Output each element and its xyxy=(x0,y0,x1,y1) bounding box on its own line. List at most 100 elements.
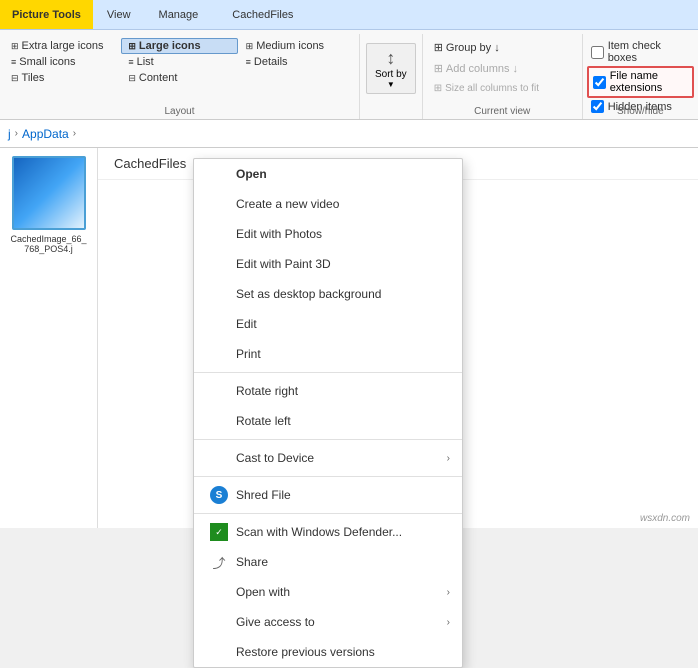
edit-paint3d-icon xyxy=(210,255,228,273)
group-by-btn[interactable]: ⊞ Group by ↓ xyxy=(427,38,578,57)
cast-device-arrow: › xyxy=(447,453,450,464)
ctx-restore-prev[interactable]: Restore previous versions xyxy=(194,637,462,667)
address-bar: j › AppData › xyxy=(0,120,698,148)
ctx-edit[interactable]: Edit xyxy=(194,309,462,339)
ctx-edit-label: Edit xyxy=(236,317,257,331)
open-with-arrow: › xyxy=(447,587,450,598)
ctx-sep-3 xyxy=(194,476,462,477)
ctx-create-video-label: Create a new video xyxy=(236,197,339,211)
file-thumbnail[interactable] xyxy=(12,156,86,230)
layout-row-2: ≡ Small icons ≡ List ≡ Details xyxy=(4,54,355,70)
ctx-open-with[interactable]: Open with › xyxy=(194,577,462,607)
picture-tools-tab[interactable]: Picture Tools xyxy=(0,0,93,29)
ctx-edit-photos[interactable]: Edit with Photos xyxy=(194,219,462,249)
item-checkboxes-label: Item check boxes xyxy=(608,40,690,64)
ctx-share[interactable]: ⤴ Share xyxy=(194,547,462,577)
ctx-scan-defender[interactable]: ✓ Scan with Windows Defender... xyxy=(194,517,462,547)
showhide-section: Item check boxes File name extensions Hi… xyxy=(583,34,698,119)
ctx-set-desktop[interactable]: Set as desktop background xyxy=(194,279,462,309)
ctx-rotate-left-label: Rotate left xyxy=(236,414,291,428)
medium-icons-btn[interactable]: ⊞ Medium icons xyxy=(239,38,355,54)
file-name-extensions-row: File name extensions xyxy=(587,66,694,98)
main-area: CachedImage_66_768_POS4.j CachedFiles Op… xyxy=(0,148,698,528)
create-video-icon xyxy=(210,195,228,213)
ctx-print-label: Print xyxy=(236,347,261,361)
ctx-open[interactable]: Open xyxy=(194,159,462,189)
right-area: CachedFiles Open Create a new video Edit… xyxy=(98,148,698,528)
share-icon: ⤴ xyxy=(210,553,228,571)
ctx-edit-paint3d[interactable]: Edit with Paint 3D xyxy=(194,249,462,279)
scan-defender-icon: ✓ xyxy=(210,523,228,541)
ctx-cast-device-label: Cast to Device xyxy=(236,451,314,465)
layout-row-1: ⊞ Extra large icons ⊞ Large icons ⊞ Medi… xyxy=(4,38,355,54)
address-crumb-j[interactable]: j xyxy=(8,127,11,141)
file-area: CachedImage_66_768_POS4.j xyxy=(0,148,98,528)
file-name-extensions-checkbox[interactable] xyxy=(593,76,606,89)
ctx-sep-2 xyxy=(194,439,462,440)
extra-large-icons-btn[interactable]: ⊞ Extra large icons xyxy=(4,38,120,54)
restore-prev-icon xyxy=(210,643,228,661)
cast-device-icon xyxy=(210,449,228,467)
current-view-section: ⊞ Group by ↓ ⊞ Add columns ↓ ⊞ Size all … xyxy=(423,34,583,119)
ctx-open-with-label: Open with xyxy=(236,585,290,599)
shred-file-icon: S xyxy=(210,486,228,504)
item-checkboxes-row: Item check boxes xyxy=(587,38,694,66)
item-checkboxes-checkbox[interactable] xyxy=(591,46,604,59)
list-btn[interactable]: ≡ List xyxy=(121,54,237,70)
ribbon: ⊞ Extra large icons ⊞ Large icons ⊞ Medi… xyxy=(0,30,698,120)
file-name-extensions-label: File name extensions xyxy=(610,70,688,94)
ctx-give-access[interactable]: Give access to › xyxy=(194,607,462,637)
ctx-give-access-label: Give access to xyxy=(236,615,315,629)
layout-row-3: ⊟ Tiles ⊟ Content xyxy=(4,70,355,86)
ctx-sep-1 xyxy=(194,372,462,373)
address-crumb-appdata[interactable]: AppData xyxy=(22,127,69,141)
layout-label: Layout xyxy=(0,106,359,117)
ctx-create-video[interactable]: Create a new video xyxy=(194,189,462,219)
large-icons-btn[interactable]: ⊞ Large icons xyxy=(121,38,237,54)
thumbnail-image xyxy=(14,158,84,228)
tiles-btn[interactable]: ⊟ Tiles xyxy=(4,70,120,86)
ctx-share-label: Share xyxy=(236,555,268,569)
ctx-shred-file-label: Shred File xyxy=(236,488,291,502)
title-bar: Picture Tools View Manage CachedFiles xyxy=(0,0,698,30)
edit-icon xyxy=(210,315,228,333)
rotate-left-icon xyxy=(210,412,228,430)
content-btn[interactable]: ⊟ Content xyxy=(121,70,237,86)
ctx-sep-4 xyxy=(194,513,462,514)
showhide-label: Show/hide xyxy=(583,106,698,117)
ctx-rotate-right-label: Rotate right xyxy=(236,384,298,398)
sort-by-area: ↕ Sort by ▼ xyxy=(360,34,423,119)
ctx-print[interactable]: Print xyxy=(194,339,462,369)
ctx-scan-defender-label: Scan with Windows Defender... xyxy=(236,525,402,539)
ctx-rotate-right[interactable]: Rotate right xyxy=(194,376,462,406)
give-access-icon xyxy=(210,613,228,631)
context-menu: Open Create a new video Edit with Photos… xyxy=(193,158,463,668)
open-with-icon xyxy=(210,583,228,601)
print-icon xyxy=(210,345,228,363)
rotate-right-icon xyxy=(210,382,228,400)
window-title: CachedFiles xyxy=(212,9,698,21)
layout-section: ⊞ Extra large icons ⊞ Large icons ⊞ Medi… xyxy=(0,34,360,119)
give-access-arrow: › xyxy=(447,617,450,628)
ctx-rotate-left[interactable]: Rotate left xyxy=(194,406,462,436)
ctx-cast-device[interactable]: Cast to Device › xyxy=(194,443,462,473)
ctx-edit-paint3d-label: Edit with Paint 3D xyxy=(236,257,331,271)
edit-photos-icon xyxy=(210,225,228,243)
add-columns-btn[interactable]: ⊞ Add columns ↓ xyxy=(427,59,578,78)
details-btn[interactable]: ≡ Details xyxy=(239,54,355,70)
sort-by-btn[interactable]: ↕ Sort by ▼ xyxy=(366,43,416,94)
ctx-set-desktop-label: Set as desktop background xyxy=(236,287,381,301)
small-icons-btn[interactable]: ≡ Small icons xyxy=(4,54,120,70)
set-desktop-icon xyxy=(210,285,228,303)
size-all-columns-btn[interactable]: ⊞ Size all columns to fit xyxy=(427,80,578,97)
open-icon xyxy=(210,165,228,183)
ctx-open-label: Open xyxy=(236,167,267,181)
file-name-label: CachedImage_66_768_POS4.j xyxy=(9,234,89,254)
current-view-label: Current view xyxy=(423,106,582,117)
ctx-edit-photos-label: Edit with Photos xyxy=(236,227,322,241)
ctx-restore-prev-label: Restore previous versions xyxy=(236,645,375,659)
ctx-shred-file[interactable]: S Shred File xyxy=(194,480,462,510)
manage-tab[interactable]: Manage xyxy=(145,0,213,29)
view-tab[interactable]: View xyxy=(93,0,145,29)
watermark: wsxdn.com xyxy=(640,513,690,524)
